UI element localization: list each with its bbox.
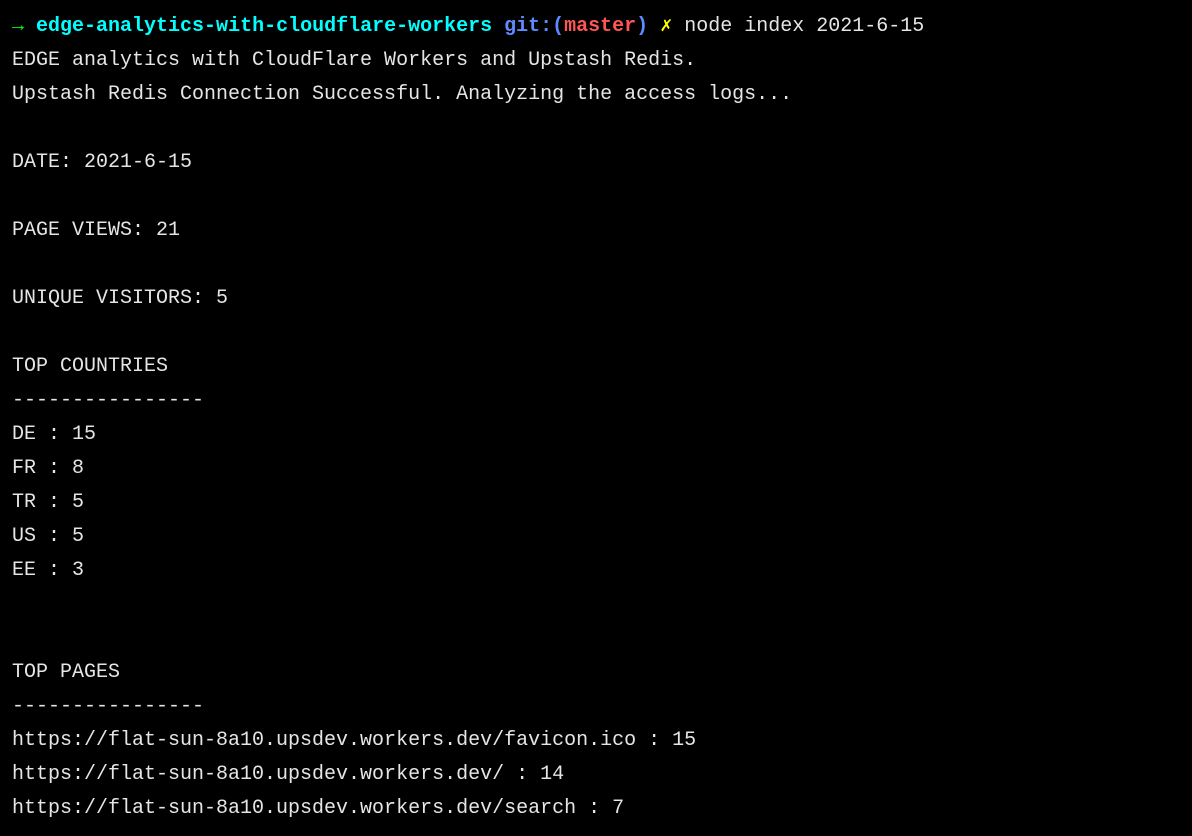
date-value: 2021-6-15 xyxy=(84,151,192,174)
divider: ---------------- xyxy=(12,690,1180,724)
page-count: 15 xyxy=(672,729,696,752)
page-url: https://flat-sun-8a10.upsdev.workers.dev… xyxy=(12,763,504,786)
date-line: DATE: 2021-6-15 xyxy=(12,146,1180,180)
blank-line xyxy=(12,588,1180,622)
git-paren-open: ( xyxy=(552,15,564,38)
country-row: FR : 8 xyxy=(12,452,1180,486)
git-label: git: xyxy=(504,15,552,38)
dirty-marker-icon: ✗ xyxy=(660,15,672,38)
country-row: US : 5 xyxy=(12,520,1180,554)
country-count: 8 xyxy=(72,457,84,480)
country-row: DE : 15 xyxy=(12,418,1180,452)
top-countries-header: TOP COUNTRIES xyxy=(12,350,1180,384)
page-row: https://flat-sun-8a10.upsdev.workers.dev… xyxy=(12,792,1180,826)
country-count: 5 xyxy=(72,491,84,514)
country-count: 3 xyxy=(72,559,84,582)
shell-command: node index 2021-6-15 xyxy=(684,15,924,38)
unique-visitors-line: UNIQUE VISITORS: 5 xyxy=(12,282,1180,316)
top-pages-header: TOP PAGES xyxy=(12,656,1180,690)
page-count: 7 xyxy=(612,797,624,820)
country-code: US xyxy=(12,525,36,548)
blank-line xyxy=(12,316,1180,350)
page-url: https://flat-sun-8a10.upsdev.workers.dev… xyxy=(12,797,576,820)
prompt-directory: edge-analytics-with-cloudflare-workers xyxy=(36,15,492,38)
country-code: EE xyxy=(12,559,36,582)
unique-visitors-label: UNIQUE VISITORS: xyxy=(12,287,204,310)
prompt-arrow-icon: → xyxy=(12,15,24,38)
pageviews-line: PAGE VIEWS: 21 xyxy=(12,214,1180,248)
country-count: 15 xyxy=(72,423,96,446)
page-count: 14 xyxy=(540,763,564,786)
date-label: DATE: xyxy=(12,151,72,174)
country-row: TR : 5 xyxy=(12,486,1180,520)
country-code: DE xyxy=(12,423,36,446)
pageviews-label: PAGE VIEWS: xyxy=(12,219,144,242)
country-row: EE : 3 xyxy=(12,554,1180,588)
blank-line xyxy=(12,248,1180,282)
divider: ---------------- xyxy=(12,384,1180,418)
country-code: TR xyxy=(12,491,36,514)
page-row: https://flat-sun-8a10.upsdev.workers.dev… xyxy=(12,724,1180,758)
page-row: https://flat-sun-8a10.upsdev.workers.dev… xyxy=(12,758,1180,792)
blank-line xyxy=(12,622,1180,656)
output-intro-line-1: EDGE analytics with CloudFlare Workers a… xyxy=(12,44,1180,78)
git-paren-close: ) xyxy=(636,15,648,38)
blank-line xyxy=(12,180,1180,214)
prompt-spacing xyxy=(24,15,36,38)
output-intro-line-2: Upstash Redis Connection Successful. Ana… xyxy=(12,78,1180,112)
unique-visitors-value: 5 xyxy=(216,287,228,310)
git-branch: master xyxy=(564,15,636,38)
page-url: https://flat-sun-8a10.upsdev.workers.dev… xyxy=(12,729,636,752)
country-count: 5 xyxy=(72,525,84,548)
shell-prompt-line[interactable]: → edge-analytics-with-cloudflare-workers… xyxy=(12,10,1180,44)
blank-line xyxy=(12,112,1180,146)
country-code: FR xyxy=(12,457,36,480)
pageviews-value: 21 xyxy=(156,219,180,242)
